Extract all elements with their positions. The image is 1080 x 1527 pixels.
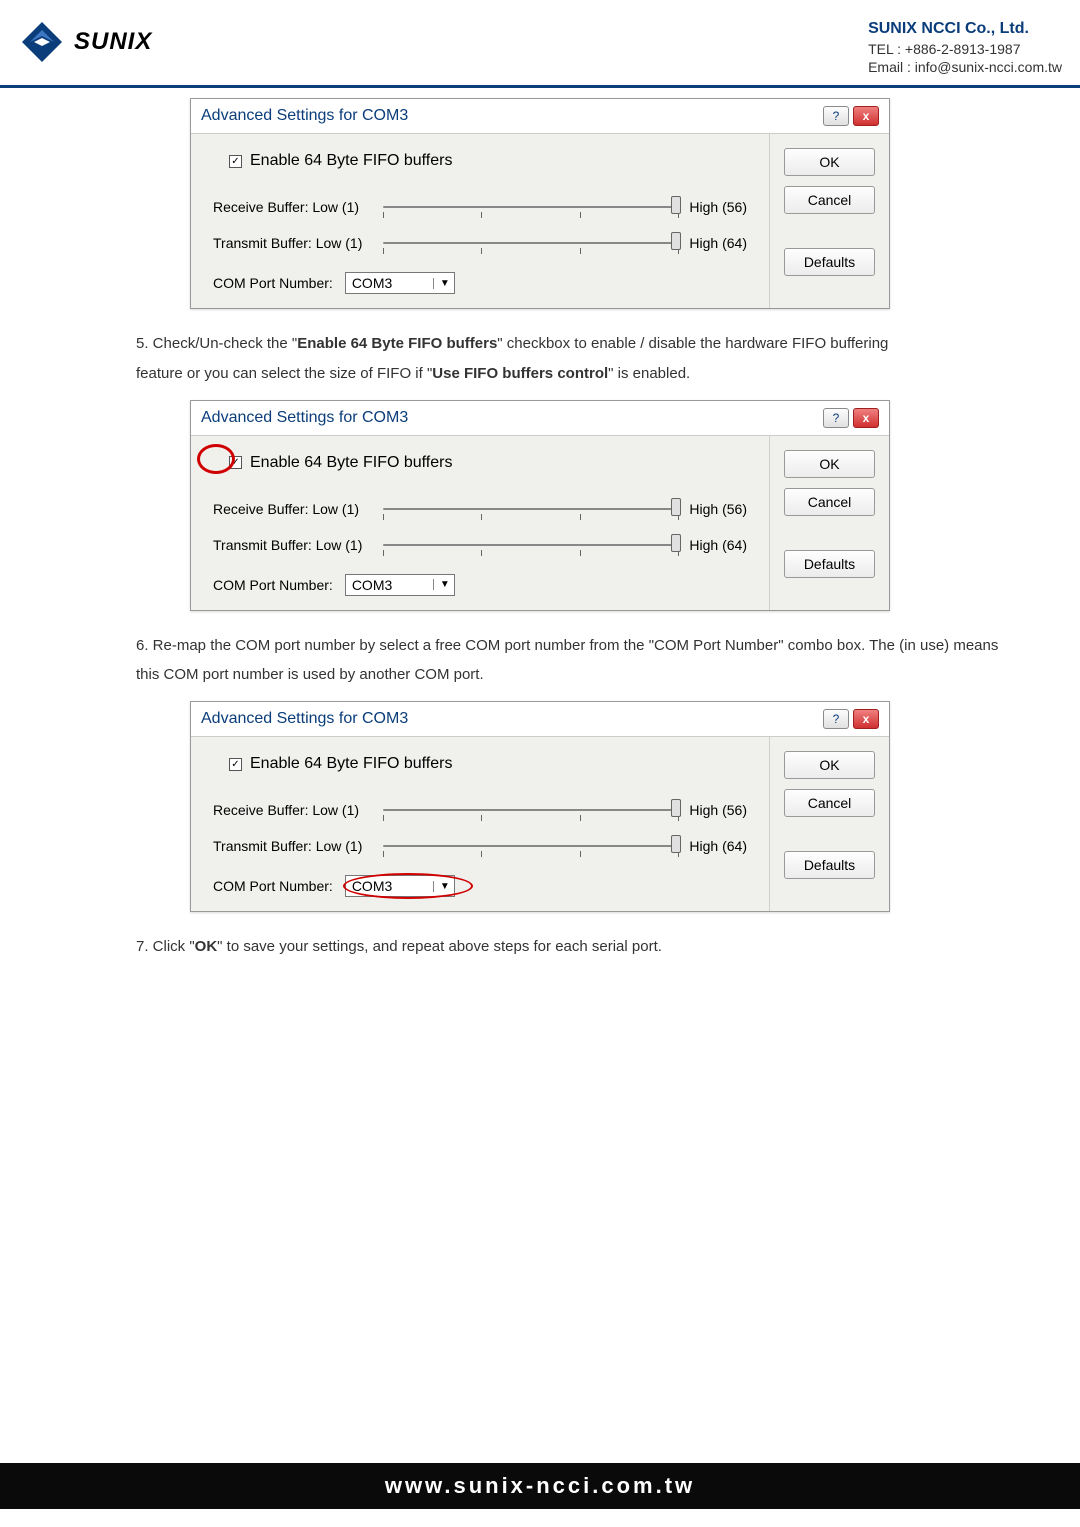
enable-fifo-label: Enable 64 Byte FIFO buffers bbox=[250, 152, 452, 170]
instruction-step-7: 7. Click "OK" to save your settings, and… bbox=[136, 932, 1016, 961]
slider-thumb-icon[interactable] bbox=[671, 232, 681, 250]
close-icon[interactable]: x bbox=[853, 106, 879, 126]
logo-block: SUNIX bbox=[18, 18, 152, 66]
ok-button[interactable]: OK bbox=[784, 148, 875, 176]
advanced-settings-dialog-3: Advanced Settings for COM3 ? x ✓ Enable … bbox=[190, 701, 890, 912]
enable-fifo-label: Enable 64 Byte FIFO buffers bbox=[250, 454, 452, 472]
transmit-buffer-high: High (64) bbox=[689, 838, 747, 854]
page-header: SUNIX SUNIX NCCI Co., Ltd. TEL : +886-2-… bbox=[0, 0, 1080, 88]
com-port-value: COM3 bbox=[352, 577, 392, 593]
ok-button[interactable]: OK bbox=[784, 450, 875, 478]
footer-url: www.sunix-ncci.com.tw bbox=[385, 1473, 695, 1498]
help-icon[interactable]: ? bbox=[823, 408, 849, 428]
receive-buffer-high: High (56) bbox=[689, 802, 747, 818]
chevron-down-icon[interactable]: ▼ bbox=[433, 579, 450, 590]
slider-thumb-icon[interactable] bbox=[671, 534, 681, 552]
company-info: SUNIX NCCI Co., Ltd. TEL : +886-2-8913-1… bbox=[868, 18, 1062, 77]
company-tel: TEL : +886-2-8913-1987 bbox=[868, 40, 1062, 59]
transmit-buffer-slider[interactable] bbox=[383, 232, 679, 254]
slider-thumb-icon[interactable] bbox=[671, 799, 681, 817]
ok-button[interactable]: OK bbox=[784, 751, 875, 779]
com-port-label: COM Port Number: bbox=[213, 878, 333, 894]
receive-buffer-high: High (56) bbox=[689, 199, 747, 215]
defaults-button[interactable]: Defaults bbox=[784, 550, 875, 578]
advanced-settings-dialog-2: Advanced Settings for COM3 ? x ✓ Enable … bbox=[190, 400, 890, 611]
advanced-settings-dialog-1: Advanced Settings for COM3 ? x ✓ Enable … bbox=[190, 98, 890, 309]
enable-fifo-label: Enable 64 Byte FIFO buffers bbox=[250, 755, 452, 773]
dialog-titlebar: Advanced Settings for COM3 ? x bbox=[191, 401, 889, 436]
dialog-titlebar: Advanced Settings for COM3 ? x bbox=[191, 702, 889, 737]
receive-buffer-slider[interactable] bbox=[383, 196, 679, 218]
receive-buffer-slider[interactable] bbox=[383, 799, 679, 821]
transmit-buffer-high: High (64) bbox=[689, 537, 747, 553]
dialog-titlebar: Advanced Settings for COM3 ? x bbox=[191, 99, 889, 134]
cancel-button[interactable]: Cancel bbox=[784, 789, 875, 817]
chevron-down-icon[interactable]: ▼ bbox=[433, 278, 450, 289]
dialog-title: Advanced Settings for COM3 bbox=[201, 710, 408, 728]
com-port-combobox[interactable]: COM3 ▼ bbox=[345, 272, 455, 294]
cancel-button[interactable]: Cancel bbox=[784, 186, 875, 214]
logo-text: SUNIX bbox=[74, 28, 152, 56]
enable-fifo-checkbox[interactable]: ✓ bbox=[229, 155, 242, 168]
transmit-buffer-label: Transmit Buffer: Low (1) bbox=[213, 537, 373, 553]
help-icon[interactable]: ? bbox=[823, 709, 849, 729]
transmit-buffer-slider[interactable] bbox=[383, 835, 679, 857]
close-icon[interactable]: x bbox=[853, 709, 879, 729]
receive-buffer-slider[interactable] bbox=[383, 498, 679, 520]
com-port-value: COM3 bbox=[352, 275, 392, 291]
company-email: Email : info@sunix-ncci.com.tw bbox=[868, 58, 1062, 77]
sunix-logo-icon bbox=[18, 18, 66, 66]
dialog-title: Advanced Settings for COM3 bbox=[201, 409, 408, 427]
receive-buffer-label: Receive Buffer: Low (1) bbox=[213, 501, 373, 517]
com-port-combobox[interactable]: COM3 ▼ bbox=[345, 574, 455, 596]
com-port-label: COM Port Number: bbox=[213, 577, 333, 593]
receive-buffer-high: High (56) bbox=[689, 501, 747, 517]
instruction-step-6: 6. Re-map the COM port number by select … bbox=[136, 631, 1016, 690]
highlight-circle-icon bbox=[197, 444, 235, 474]
cancel-button[interactable]: Cancel bbox=[784, 488, 875, 516]
receive-buffer-label: Receive Buffer: Low (1) bbox=[213, 802, 373, 818]
slider-thumb-icon[interactable] bbox=[671, 498, 681, 516]
transmit-buffer-high: High (64) bbox=[689, 235, 747, 251]
com-port-label: COM Port Number: bbox=[213, 275, 333, 291]
slider-thumb-icon[interactable] bbox=[671, 196, 681, 214]
help-icon[interactable]: ? bbox=[823, 106, 849, 126]
transmit-buffer-slider[interactable] bbox=[383, 534, 679, 556]
slider-thumb-icon[interactable] bbox=[671, 835, 681, 853]
transmit-buffer-label: Transmit Buffer: Low (1) bbox=[213, 838, 373, 854]
company-name: SUNIX NCCI Co., Ltd. bbox=[868, 18, 1062, 40]
transmit-buffer-label: Transmit Buffer: Low (1) bbox=[213, 235, 373, 251]
page-footer: www.sunix-ncci.com.tw bbox=[0, 1463, 1080, 1509]
defaults-button[interactable]: Defaults bbox=[784, 851, 875, 879]
defaults-button[interactable]: Defaults bbox=[784, 248, 875, 276]
page-content: Advanced Settings for COM3 ? x ✓ Enable … bbox=[0, 88, 1080, 961]
receive-buffer-label: Receive Buffer: Low (1) bbox=[213, 199, 373, 215]
instruction-step-5: 5. Check/Un-check the "Enable 64 Byte FI… bbox=[136, 329, 1016, 388]
dialog-title: Advanced Settings for COM3 bbox=[201, 107, 408, 125]
close-icon[interactable]: x bbox=[853, 408, 879, 428]
enable-fifo-checkbox[interactable]: ✓ bbox=[229, 758, 242, 771]
